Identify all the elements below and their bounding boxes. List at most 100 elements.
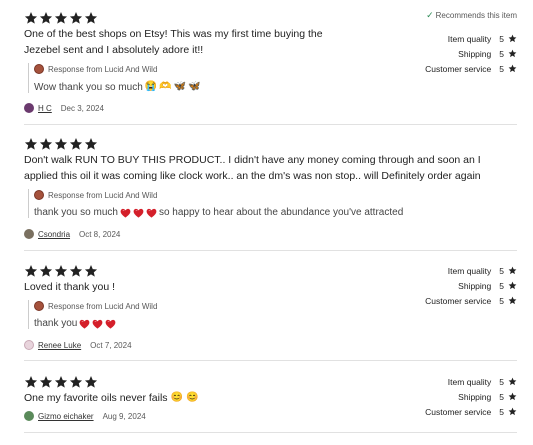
rating-item-quality: Item quality 5 xyxy=(407,31,517,46)
divider xyxy=(24,432,517,433)
star-icon xyxy=(508,407,517,416)
star-icon xyxy=(39,375,53,389)
divider xyxy=(24,250,517,251)
star-icon xyxy=(24,264,38,278)
reviewer-meta: Csondria Oct 8, 2024 xyxy=(24,228,120,240)
divider xyxy=(24,360,517,361)
review-stars xyxy=(24,136,98,151)
shop-response: Response from Lucid And Wild Wow thank y… xyxy=(28,63,201,93)
star-icon xyxy=(69,375,83,389)
star-icon xyxy=(508,296,517,305)
shop-response: Response from Lucid And Wild thank you s… xyxy=(28,189,403,218)
star-icon xyxy=(508,266,517,275)
avatar[interactable] xyxy=(24,103,34,113)
star-icon xyxy=(69,11,83,25)
rating-customer-service: Customer service 5 xyxy=(407,293,517,308)
butterfly-emoji: 🦋 xyxy=(188,81,201,92)
reviewer-name[interactable]: Renee Luke xyxy=(38,341,81,350)
star-icon xyxy=(508,377,517,386)
heart-icon xyxy=(105,319,116,329)
review-date: Dec 3, 2024 xyxy=(60,103,104,113)
shop-avatar xyxy=(34,301,44,311)
heart-icon xyxy=(92,319,103,329)
star-icon xyxy=(84,264,98,278)
review-1: ✓ Recommends this item One of the best s… xyxy=(24,10,517,120)
review-stars xyxy=(24,263,98,278)
star-icon xyxy=(508,34,517,43)
heart-icon xyxy=(146,208,157,218)
reviewer-meta: Renee Luke Oct 7, 2024 xyxy=(24,339,132,351)
reviewer-meta: H C Dec 3, 2024 xyxy=(24,102,104,114)
check-icon: ✓ xyxy=(426,10,434,20)
rating-shipping: Shipping 5 xyxy=(407,46,517,61)
star-icon xyxy=(84,375,98,389)
review-stars xyxy=(24,374,98,389)
star-icon xyxy=(39,264,53,278)
avatar[interactable] xyxy=(24,229,34,239)
butterfly-emoji: 🦋 xyxy=(173,81,187,92)
review-stars xyxy=(24,10,98,25)
star-icon xyxy=(69,137,83,151)
smiling-face-emoji: 😊 xyxy=(170,392,184,403)
review-4: Item quality 5 Shipping 5 Customer service… xyxy=(24,374,517,429)
rating-shipping: Shipping 5 xyxy=(407,389,517,404)
star-icon xyxy=(54,375,68,389)
review-date: Aug 9, 2024 xyxy=(102,411,146,421)
rating-customer-service: Customer service 5 xyxy=(407,404,517,419)
review-text: Loved it thank you ! xyxy=(24,281,116,293)
review-date: Oct 7, 2024 xyxy=(90,340,132,350)
shop-avatar xyxy=(34,64,44,74)
shop-avatar xyxy=(34,190,44,200)
reviewer-name[interactable]: Gizmo eichaker xyxy=(38,412,94,421)
star-icon xyxy=(54,264,68,278)
avatar[interactable] xyxy=(24,411,34,421)
shop-response: Response from Lucid And Wild thank you xyxy=(28,300,157,329)
response-from: Response from Lucid And Wild xyxy=(48,301,158,311)
crying-face-emoji: 😭 xyxy=(144,81,158,92)
response-from: Response from Lucid And Wild xyxy=(48,64,158,74)
star-icon xyxy=(508,64,517,73)
heart-icon xyxy=(133,208,144,218)
divider xyxy=(24,124,517,125)
response-text: thank you xyxy=(34,318,157,329)
review-date: Oct 8, 2024 xyxy=(79,229,121,239)
rating-shipping: Shipping 5 xyxy=(407,278,517,293)
star-icon xyxy=(69,264,83,278)
star-icon xyxy=(508,281,517,290)
smiling-face-emoji: 😊 xyxy=(186,392,199,403)
review-3: Item quality 5 Shipping 5 Customer service… xyxy=(24,263,517,353)
response-text: thank you so much so happy to hear about… xyxy=(34,207,404,218)
star-icon xyxy=(508,392,517,401)
reviewer-name[interactable]: Csondria xyxy=(38,230,70,239)
avatar[interactable] xyxy=(24,340,34,350)
review-2: Don't walk RUN TO BUY THIS PRODUCT.. I d… xyxy=(24,136,517,246)
star-icon xyxy=(24,11,38,25)
rating-customer-service: Customer service 5 xyxy=(407,61,517,76)
response-text: Wow thank you so much 😭 🫶 🦋 🦋 xyxy=(34,81,201,93)
review-text: Don't walk RUN TO BUY THIS PRODUCT.. I d… xyxy=(24,154,481,182)
rating-breakdown: Item quality 5 Shipping 5 Customer service… xyxy=(407,31,517,76)
rating-item-quality: Item quality 5 xyxy=(407,374,517,389)
star-icon xyxy=(508,49,517,58)
star-icon xyxy=(24,375,38,389)
rating-breakdown: Item quality 5 Shipping 5 Customer service… xyxy=(407,263,517,308)
recommend-text: Recommends this item xyxy=(435,11,517,20)
star-icon xyxy=(39,11,53,25)
heart-hands-emoji: 🫶 xyxy=(159,81,172,92)
star-icon xyxy=(39,137,53,151)
recommends-badge: ✓ Recommends this item xyxy=(426,10,517,21)
review-text: One my favorite oils never fails 😊 😊 xyxy=(24,392,199,404)
review-text: One of the best shops on Etsy! This was … xyxy=(24,28,323,56)
rating-item-quality: Item quality 5 xyxy=(407,263,517,278)
response-from: Response from Lucid And Wild xyxy=(48,190,158,200)
star-icon xyxy=(24,137,38,151)
star-icon xyxy=(84,11,98,25)
rating-breakdown: Item quality 5 Shipping 5 Customer service… xyxy=(407,374,517,419)
star-icon xyxy=(54,11,68,25)
star-icon xyxy=(54,137,68,151)
heart-icon xyxy=(120,208,131,218)
reviewer-meta: Gizmo eichaker Aug 9, 2024 xyxy=(24,410,146,422)
reviewer-name[interactable]: H C xyxy=(38,104,52,113)
heart-icon xyxy=(79,319,90,329)
star-icon xyxy=(84,137,98,151)
